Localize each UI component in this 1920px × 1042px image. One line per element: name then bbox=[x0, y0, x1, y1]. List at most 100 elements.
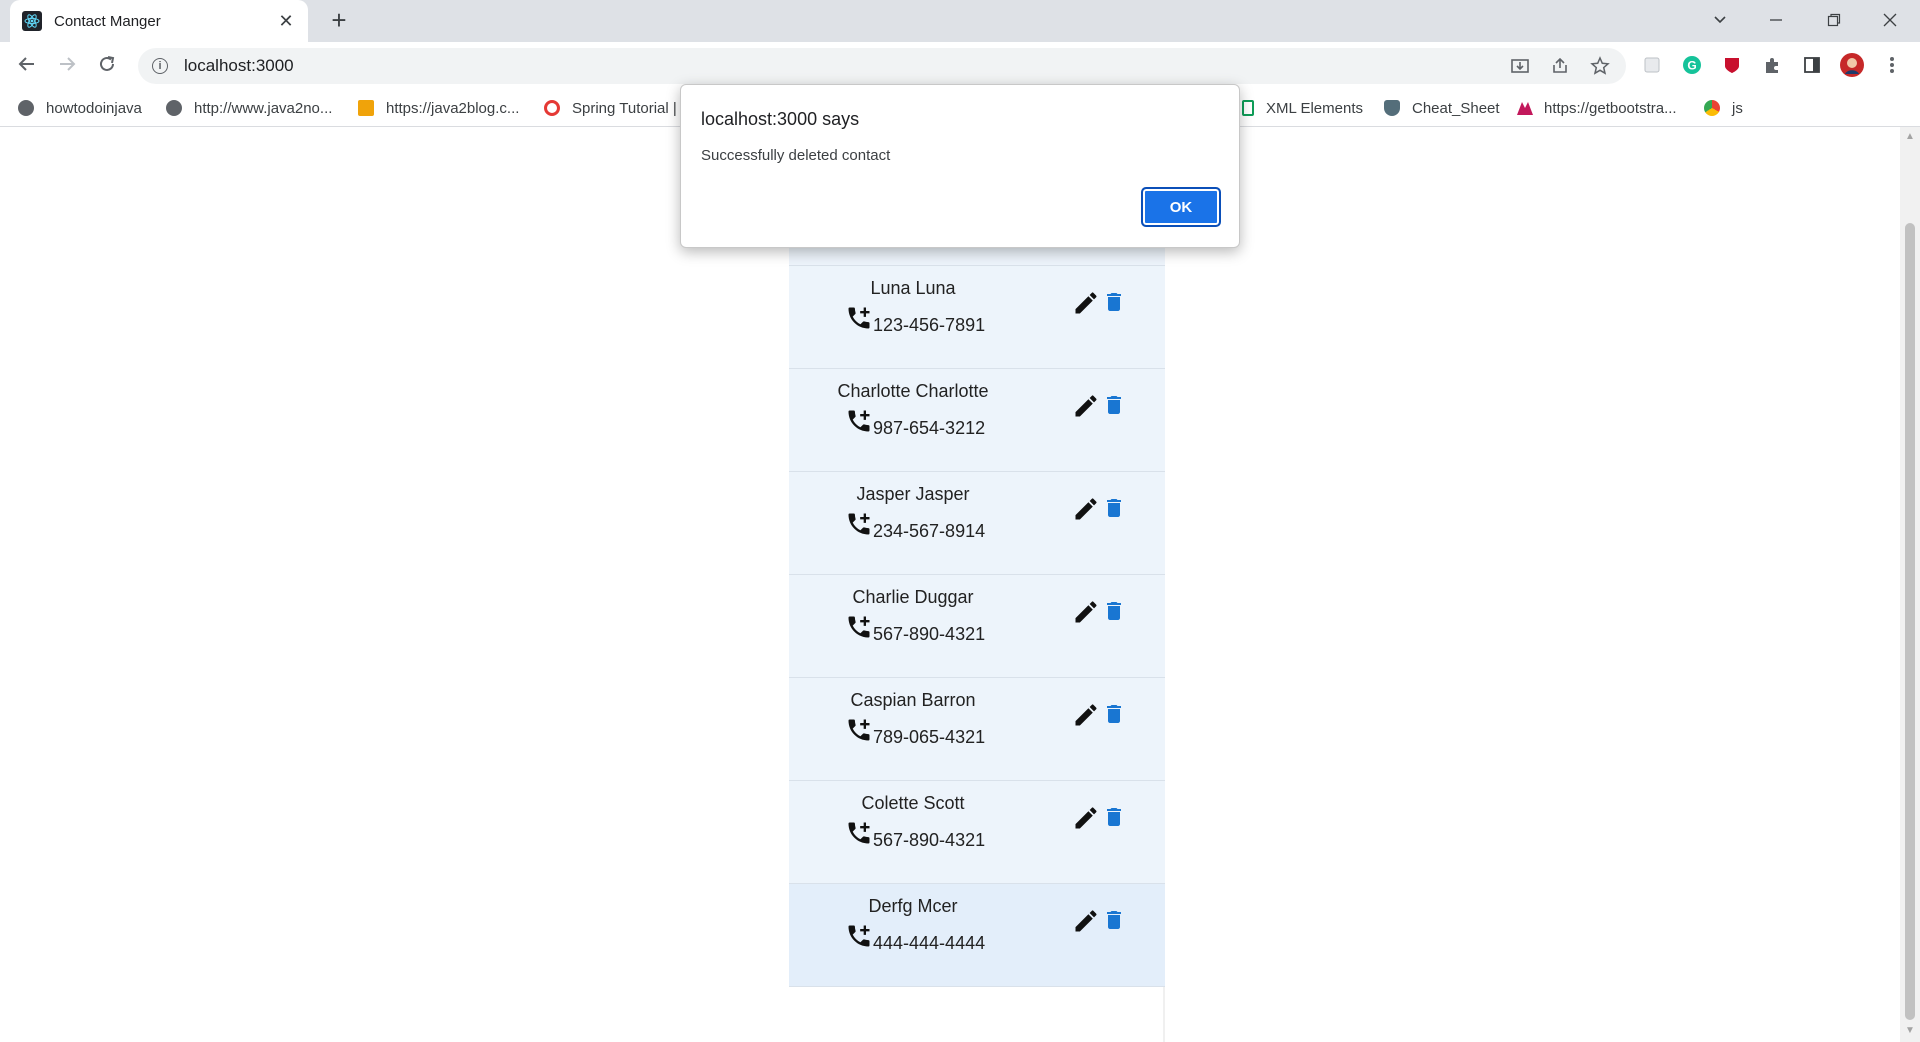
delete-icon[interactable] bbox=[1102, 906, 1126, 934]
add-call-icon bbox=[845, 819, 873, 847]
scroll-up-icon[interactable]: ▲ bbox=[1904, 131, 1916, 143]
contact-name: Luna Luna bbox=[870, 278, 956, 298]
add-call-icon bbox=[845, 716, 873, 744]
scroll-down-icon[interactable]: ▼ bbox=[1904, 1025, 1916, 1037]
contact-list: Json Bson111-111-1111Luna Luna123-456-78… bbox=[789, 127, 1165, 1042]
info-icon[interactable]: i bbox=[152, 58, 168, 74]
tab-contact-manager[interactable]: Contact Manger ✕ bbox=[10, 0, 308, 42]
contact-phone: 567-890-4321 bbox=[873, 624, 986, 644]
close-window-icon[interactable] bbox=[1870, 6, 1910, 36]
contact-row: Colette Scott 567-890-4321 bbox=[789, 781, 1165, 884]
puzzle-icon[interactable] bbox=[1760, 53, 1784, 77]
delete-icon[interactable] bbox=[1102, 391, 1126, 419]
contact-phone: 987-654-3212 bbox=[873, 418, 986, 438]
tab-strip: Contact Manger ✕ + bbox=[0, 0, 1920, 42]
mcafee-icon[interactable] bbox=[1720, 53, 1744, 77]
chrome-icon bbox=[1704, 100, 1720, 116]
doc-icon bbox=[1242, 100, 1254, 116]
bookmark-item[interactable]: XML Elements bbox=[1242, 97, 1363, 119]
dialog-title: localhost:3000 says bbox=[701, 109, 860, 129]
reload-icon[interactable] bbox=[92, 51, 122, 81]
restore-icon[interactable] bbox=[1814, 6, 1854, 36]
globe-icon bbox=[166, 100, 182, 116]
shield-icon bbox=[1384, 100, 1400, 116]
extension-icon[interactable] bbox=[1640, 53, 1664, 77]
contact-phone: 789-065-4321 bbox=[873, 727, 986, 747]
bookmark-label: Cheat_Sheet bbox=[1412, 99, 1500, 117]
address-bar[interactable]: i localhost:3000 bbox=[138, 48, 1626, 84]
contact-name: Charlie Duggar bbox=[852, 587, 974, 607]
contact-name: Charlotte Charlotte bbox=[837, 381, 989, 401]
alert-dialog: localhost:3000 says Successfully deleted… bbox=[680, 84, 1240, 248]
bookmark-item[interactable]: https://java2blog.c... bbox=[358, 97, 519, 119]
share-icon[interactable] bbox=[1550, 48, 1570, 84]
bookmark-item[interactable]: https://getbootstra... bbox=[1516, 97, 1677, 119]
dialog-message: Successfully deleted contact bbox=[701, 147, 891, 164]
ok-button[interactable]: OK bbox=[1141, 187, 1221, 227]
add-call-icon bbox=[845, 304, 873, 332]
bookmark-item[interactable]: http://www.java2no... bbox=[166, 97, 332, 119]
edit-icon[interactable] bbox=[1072, 701, 1100, 729]
globe-icon bbox=[18, 100, 34, 116]
bookmark-label: Spring Tutorial | bbox=[572, 99, 677, 117]
grammarly-icon[interactable]: G bbox=[1680, 53, 1704, 77]
contact-name: Jasper Jasper bbox=[856, 484, 970, 504]
install-icon[interactable] bbox=[1510, 48, 1530, 84]
edit-icon[interactable] bbox=[1072, 598, 1100, 626]
contact-row: Jasper Jasper 234-567-8914 bbox=[789, 472, 1165, 575]
contact-row: Luna Luna 123-456-7891 bbox=[789, 266, 1165, 369]
contact-phone: 123-456-7891 bbox=[873, 315, 986, 335]
close-icon[interactable]: ✕ bbox=[276, 11, 296, 32]
delete-icon[interactable] bbox=[1102, 803, 1126, 831]
bookmark-item[interactable]: js bbox=[1704, 97, 1743, 119]
java2blog-icon bbox=[358, 100, 374, 116]
contact-row: Charlotte Charlotte 987-654-3212 bbox=[789, 369, 1165, 472]
edit-icon[interactable] bbox=[1072, 804, 1100, 832]
bookmark-item[interactable]: Spring Tutorial | bbox=[544, 97, 677, 119]
add-call-icon bbox=[845, 613, 873, 641]
bookmark-label: howtodoinjava bbox=[46, 99, 142, 117]
star-icon[interactable] bbox=[1590, 48, 1610, 84]
svg-text:G: G bbox=[1687, 59, 1696, 73]
scrollbar[interactable]: ▲ ▼ bbox=[1900, 127, 1920, 1042]
bookmark-label: js bbox=[1732, 99, 1743, 117]
menu-icon[interactable] bbox=[1880, 53, 1904, 77]
url-text: localhost:3000 bbox=[184, 56, 294, 75]
browser-toolbar: i localhost:3000 G bbox=[0, 42, 1920, 90]
side-panel-icon[interactable] bbox=[1800, 53, 1824, 77]
add-call-icon bbox=[845, 407, 873, 435]
spring-icon bbox=[544, 100, 560, 116]
react-icon bbox=[22, 11, 42, 31]
page-content: Json Bson111-111-1111Luna Luna123-456-78… bbox=[0, 127, 1900, 1042]
avatar[interactable] bbox=[1840, 53, 1864, 77]
tab-search-icon[interactable] bbox=[1700, 6, 1740, 36]
edit-icon[interactable] bbox=[1072, 907, 1100, 935]
bookmark-item[interactable]: howtodoinjava bbox=[18, 97, 142, 119]
add-call-icon bbox=[845, 510, 873, 538]
bookmark-label: http://www.java2no... bbox=[194, 99, 333, 117]
back-icon[interactable] bbox=[12, 51, 42, 81]
delete-icon[interactable] bbox=[1102, 597, 1126, 625]
contact-name: Derfg Mcer bbox=[868, 896, 958, 916]
delete-icon[interactable] bbox=[1102, 288, 1126, 316]
scroll-thumb[interactable] bbox=[1905, 223, 1915, 1020]
minimize-icon[interactable] bbox=[1756, 6, 1796, 36]
bookmark-item[interactable]: Cheat_Sheet bbox=[1384, 97, 1500, 119]
contact-row: Derfg Mcer 444-444-4444 bbox=[789, 884, 1165, 987]
delete-icon[interactable] bbox=[1102, 700, 1126, 728]
contact-phone: 444-444-4444 bbox=[873, 933, 986, 953]
contact-phone: 567-890-4321 bbox=[873, 830, 986, 850]
contact-name: Colette Scott bbox=[861, 793, 965, 813]
forward-icon[interactable] bbox=[52, 51, 82, 81]
new-tab-button[interactable]: + bbox=[326, 7, 352, 34]
edit-icon[interactable] bbox=[1072, 289, 1100, 317]
delete-icon[interactable] bbox=[1102, 494, 1126, 522]
bootstrap-icon bbox=[1516, 100, 1533, 116]
bookmark-label: https://getbootstra... bbox=[1544, 99, 1677, 117]
contact-phone: 234-567-8914 bbox=[873, 521, 986, 541]
edit-icon[interactable] bbox=[1072, 495, 1100, 523]
contact-name: Caspian Barron bbox=[850, 690, 976, 710]
contact-row: Charlie Duggar 567-890-4321 bbox=[789, 575, 1165, 678]
bookmark-label: XML Elements bbox=[1266, 99, 1363, 117]
edit-icon[interactable] bbox=[1072, 392, 1100, 420]
